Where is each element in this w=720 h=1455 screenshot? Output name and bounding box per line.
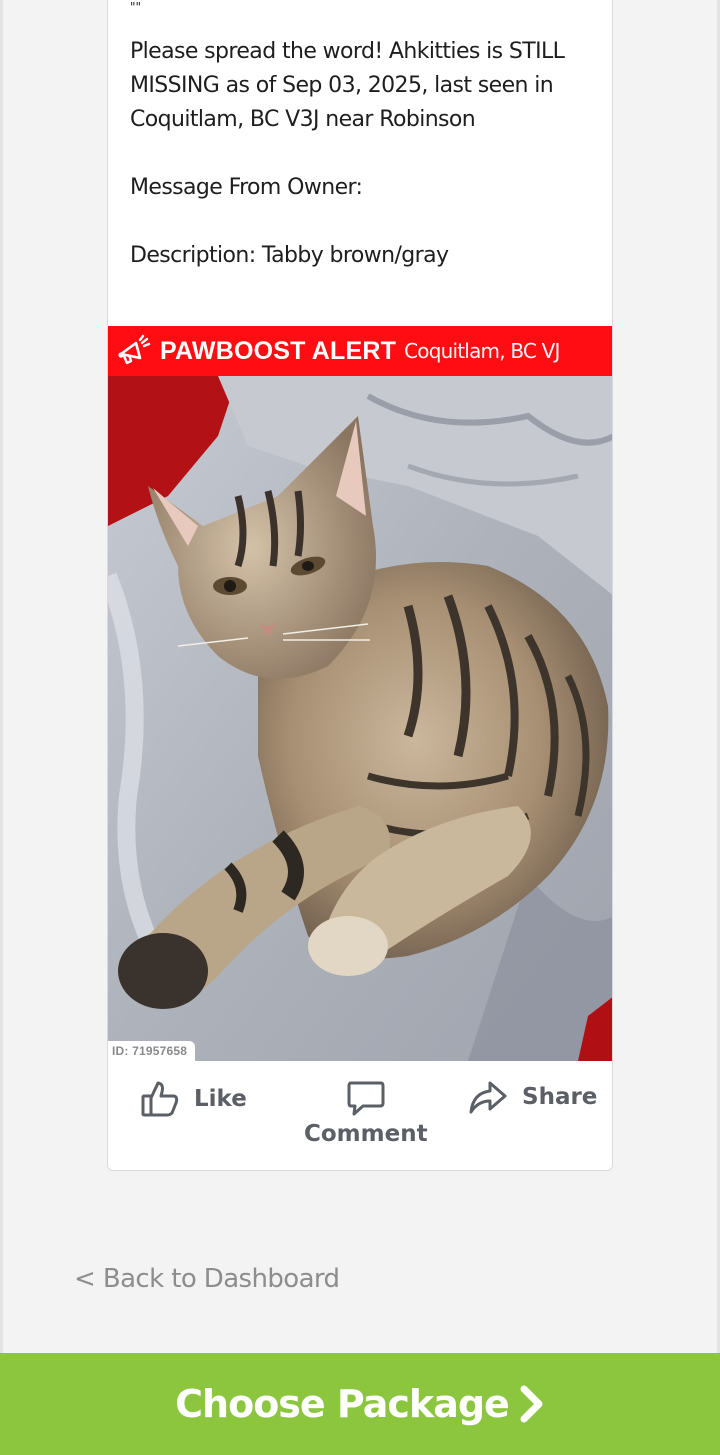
comment-label: Comment bbox=[304, 1121, 428, 1147]
banner-brand: PAWBOOST ALERT bbox=[160, 336, 397, 365]
post-card: "" Please spread the word! Ahkitties is … bbox=[107, 0, 613, 1171]
left-edge bbox=[0, 0, 3, 1455]
megaphone-icon bbox=[118, 334, 151, 365]
thumbs-up-icon bbox=[141, 1081, 179, 1117]
share-button[interactable]: Share bbox=[468, 1079, 597, 1115]
chevron-right-icon bbox=[520, 1385, 543, 1423]
post-paragraph-description: Description: Tabby brown/gray bbox=[130, 243, 449, 268]
pet-photo: ID: 71957658 bbox=[108, 376, 612, 1061]
alert-banner: PAWBOOST ALERT Coquitlam, BC VJ bbox=[108, 326, 612, 376]
like-label: Like bbox=[194, 1086, 247, 1112]
comment-button[interactable]: Comment bbox=[304, 1079, 428, 1147]
back-to-dashboard-link[interactable]: < Back to Dashboard bbox=[74, 1264, 340, 1294]
quote-marks: "" bbox=[130, 0, 142, 14]
share-label: Share bbox=[522, 1084, 598, 1110]
like-button[interactable]: Like bbox=[140, 1079, 247, 1119]
choose-package-button[interactable]: Choose Package bbox=[0, 1353, 720, 1455]
banner-location: Coquitlam, BC VJ bbox=[404, 339, 560, 363]
photo-id-label: ID: 71957658 bbox=[108, 1041, 196, 1061]
post-paragraph-message: Message From Owner: bbox=[130, 175, 363, 200]
post-paragraph-missing: Please spread the word! Ahkitties is STI… bbox=[130, 39, 565, 132]
comment-bubble-icon bbox=[347, 1081, 385, 1116]
share-arrow-icon bbox=[469, 1081, 507, 1114]
post-actions: Like Comment Share bbox=[108, 1061, 612, 1170]
choose-package-label: Choose Package bbox=[175, 1382, 510, 1426]
cat-photo-illustration bbox=[108, 376, 612, 1061]
post-body: "" Please spread the word! Ahkitties is … bbox=[130, 0, 600, 307]
